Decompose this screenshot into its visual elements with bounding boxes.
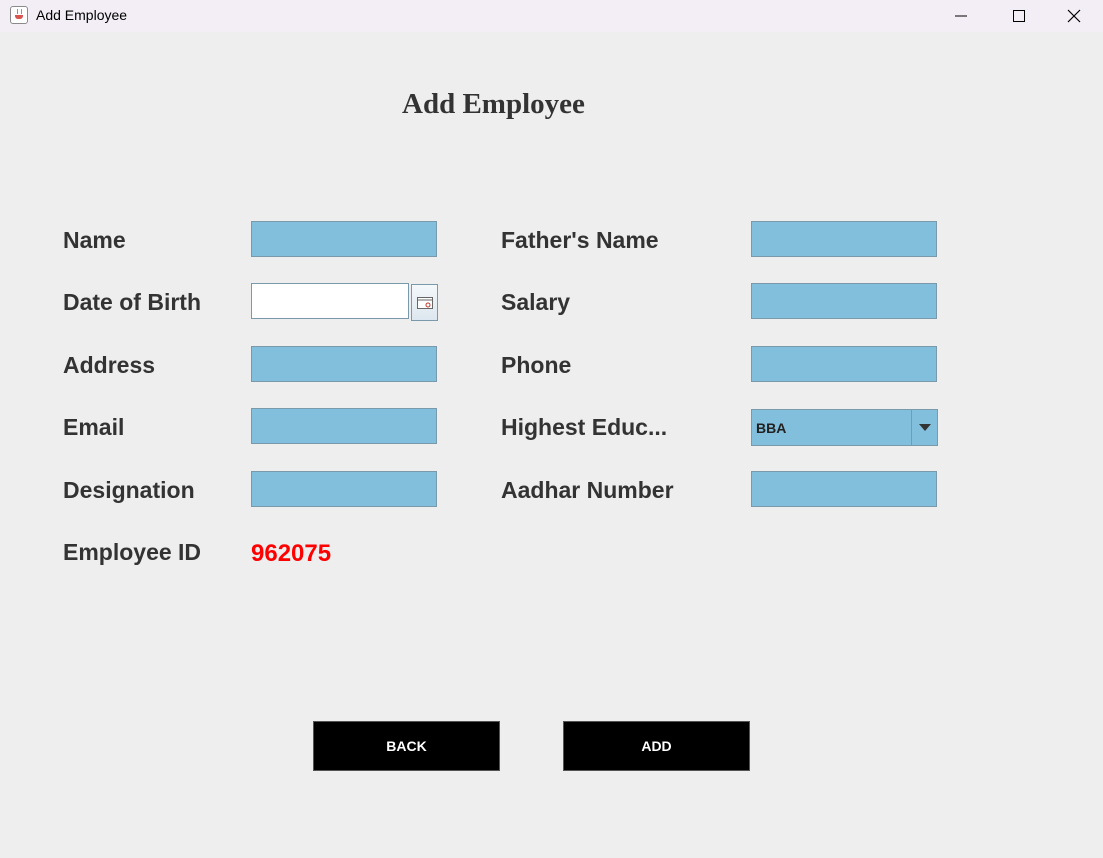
name-label: Name [63, 227, 126, 253]
phone-field[interactable] [751, 346, 937, 382]
education-selected-value: BBA [756, 420, 787, 436]
fathers-name-field[interactable] [751, 221, 937, 257]
education-label: Highest Educ... [501, 414, 668, 440]
salary-label: Salary [501, 289, 571, 315]
employee-id-label: Employee ID [63, 539, 202, 565]
java-app-icon [10, 6, 28, 24]
dob-field[interactable] [251, 283, 409, 319]
salary-field[interactable] [751, 283, 937, 319]
close-button[interactable] [1045, 0, 1103, 32]
designation-field[interactable] [251, 471, 437, 507]
email-label: Email [63, 414, 125, 440]
minimize-icon [955, 15, 967, 17]
dropdown-arrow[interactable] [911, 410, 937, 445]
minimize-button[interactable] [932, 0, 990, 32]
page-title: Add Employee [402, 88, 585, 120]
employee-id-value: 962075 [251, 540, 332, 567]
aadhar-label: Aadhar Number [501, 477, 674, 503]
window-title: Add Employee [36, 7, 128, 23]
close-icon [1067, 9, 1081, 23]
title-bar: Add Employee [0, 0, 1103, 32]
back-button[interactable]: BACK [313, 721, 500, 771]
maximize-button[interactable] [990, 0, 1048, 32]
email-field[interactable] [251, 408, 437, 444]
designation-label: Designation [63, 477, 195, 503]
education-dropdown[interactable]: BBA [751, 409, 938, 446]
maximize-icon [1013, 10, 1025, 22]
add-button[interactable]: ADD [563, 721, 750, 771]
phone-label: Phone [501, 352, 572, 378]
date-picker-button[interactable] [411, 284, 438, 321]
address-field[interactable] [251, 346, 437, 382]
dob-label: Date of Birth [63, 289, 201, 315]
chevron-down-icon [918, 424, 931, 431]
name-field[interactable] [251, 221, 437, 257]
fathers-name-label: Father's Name [501, 227, 659, 253]
aadhar-field[interactable] [751, 471, 937, 507]
address-label: Address [63, 352, 156, 378]
calendar-icon [416, 296, 433, 309]
